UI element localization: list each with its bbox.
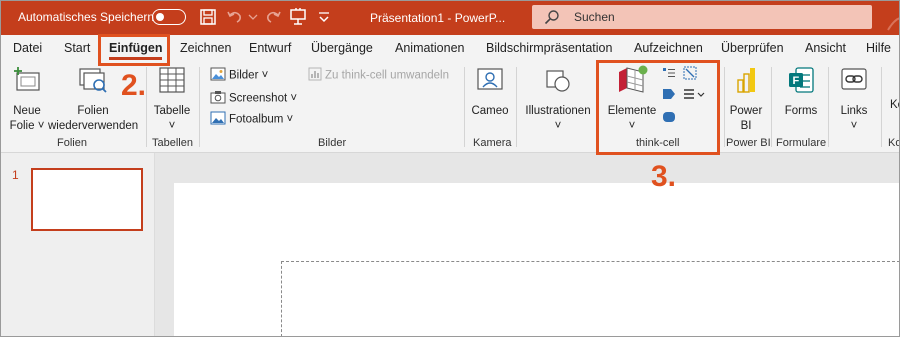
new-slide-label-2: Folie ˅	[9, 120, 45, 132]
convert-icon	[308, 67, 322, 84]
document-title: Präsentation1 - PowerP...	[370, 11, 506, 25]
tab-animationen[interactable]: Animationen	[395, 41, 465, 55]
cameo-button[interactable]: Cameo	[468, 65, 512, 119]
tab-bildschirmpraesentation[interactable]: Bildschirmpräsentation	[486, 41, 612, 55]
forms-icon: F	[777, 65, 825, 100]
tab-datei[interactable]: Datei	[13, 41, 42, 55]
cameo-icon	[468, 65, 512, 100]
table-button[interactable]: Tabelle ˅	[152, 65, 192, 134]
power-bi-label-2: BI	[740, 120, 752, 132]
search-icon	[544, 9, 560, 25]
group-separator	[146, 67, 147, 147]
photo-album-button[interactable]: Fotoalbum ˅	[210, 111, 293, 128]
slide-thumbnail-pane: 1	[0, 153, 155, 337]
convert-label: Zu think-cell umwandeln	[325, 69, 450, 82]
power-bi-button[interactable]: Power BI	[727, 65, 765, 134]
annotation-step-3: 3.	[651, 160, 677, 193]
group-separator	[881, 67, 882, 147]
presenter-icon[interactable]	[288, 7, 308, 27]
illustrations-button[interactable]: Illustrationen ˅	[522, 65, 594, 134]
tab-hilfe[interactable]: Hilfe	[866, 41, 891, 55]
group-label-power-bi: Power BI	[726, 137, 771, 149]
group-label-kamera: Kamera	[473, 137, 512, 149]
links-dropdown-icon: ˅	[850, 120, 858, 132]
annotation-box-think-cell	[596, 60, 720, 155]
screenshot-label: Screenshot ˅	[229, 92, 298, 105]
photo-album-label: Fotoalbum ˅	[229, 113, 294, 126]
group-separator	[724, 67, 725, 147]
redo-icon[interactable]	[263, 7, 283, 27]
slide-number: 1	[12, 168, 19, 182]
tab-entwurf[interactable]: Entwurf	[249, 41, 291, 55]
table-label: Tabelle	[153, 105, 191, 117]
group-label-folien: Folien	[57, 137, 87, 149]
comment-button-cutoff[interactable]: Ko	[890, 99, 900, 111]
title-placeholder[interactable]	[281, 261, 900, 337]
link-icon	[834, 65, 874, 100]
power-bi-icon	[727, 65, 765, 100]
save-icon[interactable]	[198, 7, 218, 27]
group-separator	[199, 67, 200, 147]
illustrations-label: Illustrationen	[525, 105, 591, 117]
screenshot-icon	[210, 90, 226, 107]
pictures-icon	[210, 67, 226, 84]
photo-album-icon	[210, 111, 226, 128]
search-box[interactable]: Suchen	[532, 5, 872, 29]
table-dropdown-icon: ˅	[168, 120, 176, 132]
customize-quick-access-icon[interactable]	[314, 7, 334, 27]
table-icon	[152, 65, 192, 100]
annotation-box-einfuegen	[98, 34, 170, 66]
links-button[interactable]: Links ˅	[834, 65, 874, 134]
pictures-button[interactable]: Bilder ˅	[210, 67, 268, 84]
slide-thumbnail[interactable]	[31, 168, 143, 231]
group-separator	[828, 67, 829, 147]
group-label-cutoff: Ko	[888, 137, 900, 149]
illustrations-dropdown-icon: ˅	[554, 120, 562, 132]
tab-uebergaenge[interactable]: Übergänge	[311, 41, 373, 55]
window-corner-icon	[882, 0, 900, 35]
reuse-slides-label-2: wiederverwenden	[48, 120, 139, 132]
autosave-toggle[interactable]	[152, 9, 186, 25]
links-label: Links	[840, 105, 868, 117]
tab-ueberpruefen[interactable]: Überprüfen	[721, 41, 784, 55]
group-separator	[516, 67, 517, 147]
forms-label: Forms	[784, 105, 818, 117]
pictures-label: Bilder ˅	[229, 69, 269, 82]
group-label-bilder: Bilder	[318, 137, 347, 149]
autosave-label: Automatisches Speichern	[18, 10, 155, 24]
new-slide-icon	[6, 65, 48, 100]
new-slide-label-1: Neue	[13, 105, 41, 117]
title-bar: Automatisches Speichern Präsentation1 - …	[0, 0, 900, 35]
svg-text:F: F	[793, 75, 800, 87]
undo-dropdown-icon[interactable]	[247, 7, 259, 27]
convert-to-think-cell-button[interactable]: Zu think-cell umwandeln	[308, 67, 449, 84]
illustrations-icon	[522, 65, 594, 100]
group-label-formulare: Formulare	[776, 137, 827, 149]
tab-start[interactable]: Start	[64, 41, 90, 55]
undo-icon[interactable]	[225, 7, 245, 27]
tab-ansicht[interactable]: Ansicht	[805, 41, 846, 55]
cameo-label: Cameo	[471, 105, 509, 117]
forms-button[interactable]: F Forms	[777, 65, 825, 119]
screenshot-button[interactable]: Screenshot ˅	[210, 90, 297, 107]
group-separator	[464, 67, 465, 147]
new-slide-button[interactable]: Neue Folie ˅	[6, 65, 48, 134]
power-bi-label-1: Power	[729, 105, 763, 117]
reuse-slides-label-1: Folien	[77, 105, 109, 117]
search-placeholder: Suchen	[574, 10, 615, 24]
editor-area: 1	[0, 153, 900, 337]
tab-zeichnen[interactable]: Zeichnen	[180, 41, 231, 55]
group-separator	[771, 67, 772, 147]
annotation-step-2: 2.	[121, 69, 147, 102]
tab-aufzeichnen[interactable]: Aufzeichnen	[634, 41, 703, 55]
group-label-tabellen: Tabellen	[152, 137, 193, 149]
